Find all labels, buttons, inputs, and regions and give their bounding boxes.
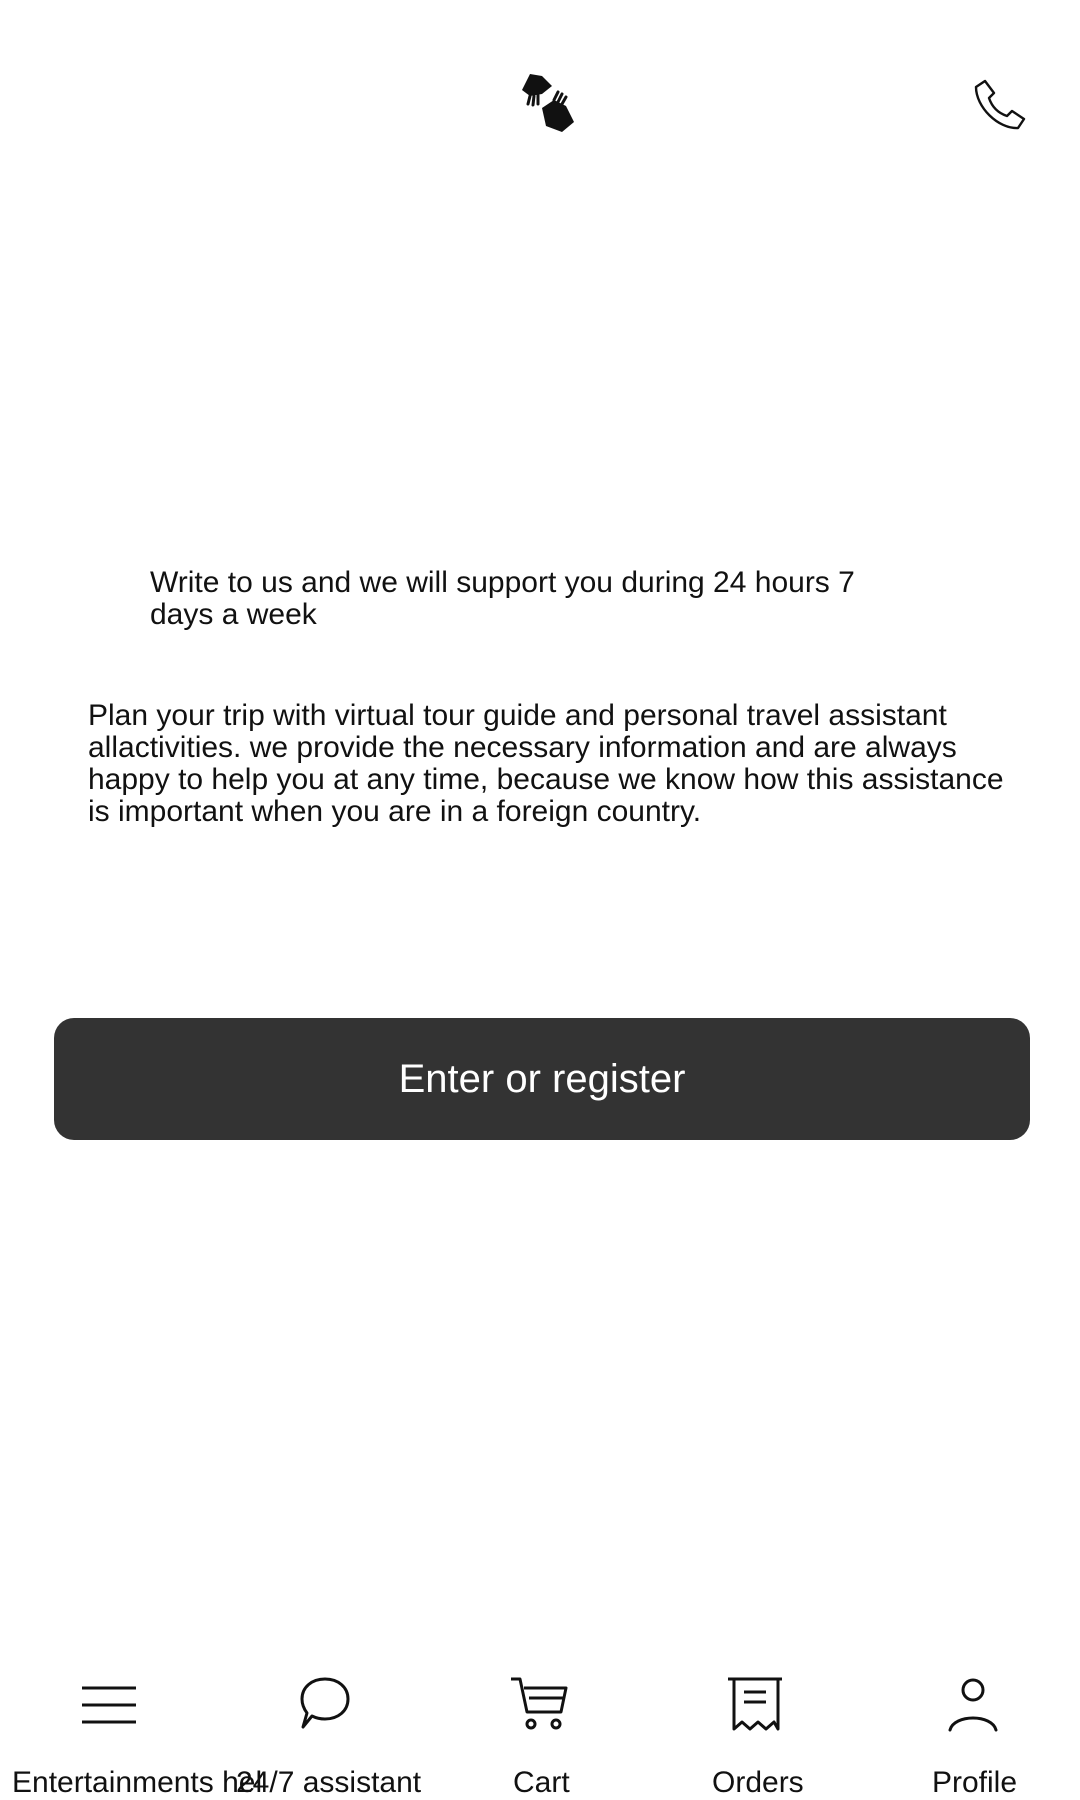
receipt-icon xyxy=(724,1674,786,1736)
profile-icon xyxy=(942,1674,1004,1736)
chat-icon xyxy=(294,1674,356,1736)
cart-icon xyxy=(508,1674,570,1736)
bottom-navigation: Entertainments hel 24/7 assistant Cart O… xyxy=(0,1674,1080,1800)
nav-label-orders: Orders xyxy=(712,1766,804,1799)
menu-icon xyxy=(78,1674,140,1736)
nav-label-cart: Cart xyxy=(513,1766,570,1799)
nav-label-profile: Profile xyxy=(932,1766,1018,1799)
enter-register-button[interactable]: Enter or register xyxy=(54,1018,1030,1140)
nav-label-entertainments: Entertainments hel xyxy=(12,1766,263,1799)
phone-icon[interactable] xyxy=(968,74,1030,136)
nav-label-assistant: 24/7 assistant xyxy=(236,1766,422,1799)
helping-hands-icon xyxy=(512,66,584,138)
intro-text: Plan your trip with virtual tour guide a… xyxy=(88,699,1004,828)
support-text: Write to us and we will support you duri… xyxy=(150,566,855,631)
